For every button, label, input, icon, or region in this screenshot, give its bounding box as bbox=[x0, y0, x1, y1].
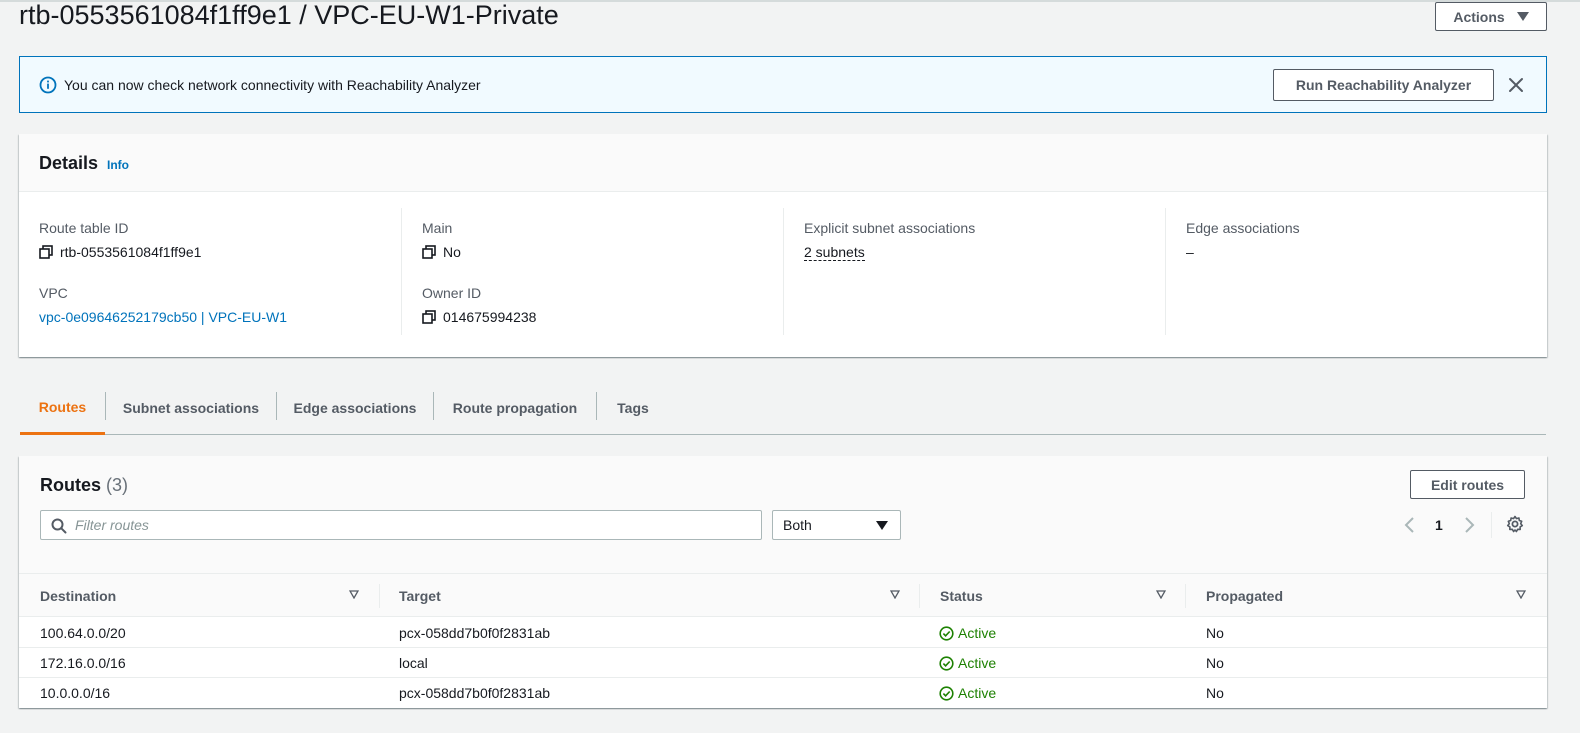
route-type-select[interactable]: Both bbox=[772, 510, 901, 540]
column-header-status[interactable]: Status bbox=[940, 574, 983, 617]
tab-edge-associations[interactable]: Edge associations bbox=[277, 381, 433, 435]
destination-cell: 172.16.0.0/16 bbox=[40, 655, 126, 671]
details-info-link[interactable]: Info bbox=[107, 158, 129, 172]
destination-cell: 100.64.0.0/20 bbox=[40, 625, 126, 641]
check-circle-icon bbox=[939, 625, 954, 641]
sort-icon[interactable] bbox=[1516, 590, 1526, 599]
details-column-2: Main No Owner ID 014675994238 bbox=[401, 208, 783, 335]
details-header: Details Info bbox=[19, 134, 1547, 192]
table-row: 10.0.0.0/16 pcx-058dd7b0f0f2831ab Active… bbox=[19, 678, 1547, 708]
page-number[interactable]: 1 bbox=[1435, 516, 1443, 534]
actions-button[interactable]: Actions bbox=[1435, 2, 1547, 31]
edge-associations-label: Edge associations bbox=[1186, 220, 1300, 236]
subnet-associations-label: Explicit subnet associations bbox=[804, 220, 976, 236]
vpc-link[interactable]: vpc-0e09646252179cb50 | VPC-EU-W1 bbox=[39, 309, 287, 325]
route-table-id-text: rtb-0553561084f1ff9e1 bbox=[60, 244, 202, 260]
column-divider bbox=[1185, 584, 1186, 608]
tab-subnet-associations[interactable]: Subnet associations bbox=[106, 381, 276, 435]
gear-icon[interactable] bbox=[1506, 515, 1524, 533]
check-circle-icon bbox=[939, 655, 954, 671]
status-text: Active bbox=[958, 685, 997, 701]
actions-label: Actions bbox=[1453, 8, 1505, 25]
filter-routes-input[interactable] bbox=[75, 515, 745, 535]
routes-header: Routes (3) Edit routes Both 1 bbox=[19, 456, 1547, 574]
close-icon[interactable] bbox=[1506, 75, 1526, 95]
main-label: Main bbox=[422, 220, 453, 236]
vpc-label: VPC bbox=[39, 285, 68, 301]
details-column-4: Edge associations – bbox=[1165, 208, 1547, 335]
column-header-propagated[interactable]: Propagated bbox=[1206, 574, 1283, 617]
owner-id-text: 014675994238 bbox=[443, 309, 537, 325]
owner-id-label: Owner ID bbox=[422, 285, 482, 301]
status-cell: Active bbox=[939, 618, 996, 648]
tab-tags[interactable]: Tags bbox=[597, 381, 669, 435]
status-cell: Active bbox=[939, 678, 996, 708]
propagated-cell: No bbox=[1206, 625, 1224, 641]
edge-associations-value: – bbox=[1186, 244, 1194, 260]
route-table-id-value: rtb-0553561084f1ff9e1 bbox=[39, 244, 201, 260]
run-reachability-analyzer-button[interactable]: Run Reachability Analyzer bbox=[1273, 69, 1494, 101]
sort-icon[interactable] bbox=[349, 590, 359, 599]
details-heading: Details bbox=[39, 153, 99, 173]
route-table-id-label: Route table ID bbox=[39, 220, 129, 236]
details-column-1: Route table ID rtb-0553561084f1ff9e1 VPC… bbox=[19, 208, 401, 335]
routes-panel: Routes (3) Edit routes Both 1 De bbox=[19, 456, 1547, 708]
target-link[interactable]: pcx-058dd7b0f0f2831ab bbox=[399, 678, 550, 708]
main-value: No bbox=[422, 244, 461, 260]
caret-down-icon bbox=[876, 521, 888, 530]
pager-divider bbox=[1491, 512, 1492, 538]
tab-route-propagation[interactable]: Route propagation bbox=[434, 381, 596, 435]
check-circle-icon bbox=[939, 685, 954, 701]
propagated-cell: No bbox=[1206, 655, 1224, 671]
info-icon bbox=[39, 76, 57, 94]
previous-page-icon[interactable] bbox=[1403, 516, 1417, 534]
edit-routes-button[interactable]: Edit routes bbox=[1410, 470, 1525, 499]
sort-icon[interactable] bbox=[890, 590, 900, 599]
subnet-associations-link[interactable]: 2 subnets bbox=[804, 244, 865, 261]
destination-cell: 10.0.0.0/16 bbox=[40, 685, 111, 701]
main-value-text: No bbox=[443, 244, 461, 260]
details-panel: Details Info Route table ID rtb-05535610… bbox=[19, 134, 1547, 357]
reachability-banner: You can now check network connectivity w… bbox=[19, 56, 1547, 113]
owner-id-value: 014675994238 bbox=[422, 309, 536, 325]
column-divider bbox=[919, 584, 920, 608]
status-cell: Active bbox=[939, 648, 996, 678]
copy-icon[interactable] bbox=[422, 310, 436, 324]
copy-icon[interactable] bbox=[422, 245, 436, 259]
table-row: 172.16.0.0/16 local Active No bbox=[19, 648, 1547, 678]
banner-message: You can now check network connectivity w… bbox=[64, 77, 481, 93]
column-divider bbox=[379, 584, 380, 608]
search-icon bbox=[51, 518, 67, 534]
status-text: Active bbox=[958, 625, 997, 641]
next-page-icon[interactable] bbox=[1462, 516, 1476, 534]
routes-table-header: Destination Target Status Propagated bbox=[19, 574, 1547, 617]
sort-icon[interactable] bbox=[1156, 590, 1166, 599]
target-cell: local bbox=[399, 655, 428, 671]
details-column-3: Explicit subnet associations 2 subnets bbox=[783, 208, 1165, 335]
table-row: 100.64.0.0/20 pcx-058dd7b0f0f2831ab Acti… bbox=[19, 618, 1547, 648]
copy-icon[interactable] bbox=[39, 245, 53, 259]
subnet-associations-value[interactable]: 2 subnets bbox=[804, 244, 865, 261]
route-type-value: Both bbox=[783, 517, 812, 533]
routes-count: (3) bbox=[106, 475, 129, 495]
page-title: rtb-0553561084f1ff9e1 / VPC-EU-W1-Privat… bbox=[19, 0, 559, 30]
filter-routes-field bbox=[40, 510, 762, 540]
column-header-destination[interactable]: Destination bbox=[40, 574, 116, 617]
target-link[interactable]: pcx-058dd7b0f0f2831ab bbox=[399, 618, 550, 648]
caret-down-icon bbox=[1516, 12, 1529, 21]
routes-heading: Routes (3) bbox=[40, 475, 128, 496]
tab-bar: Routes Subnet associations Edge associat… bbox=[20, 381, 1546, 435]
status-text: Active bbox=[958, 655, 997, 671]
tab-routes[interactable]: Routes bbox=[20, 381, 105, 435]
routes-title: Routes bbox=[40, 475, 102, 495]
column-header-target[interactable]: Target bbox=[399, 574, 441, 617]
propagated-cell: No bbox=[1206, 685, 1224, 701]
